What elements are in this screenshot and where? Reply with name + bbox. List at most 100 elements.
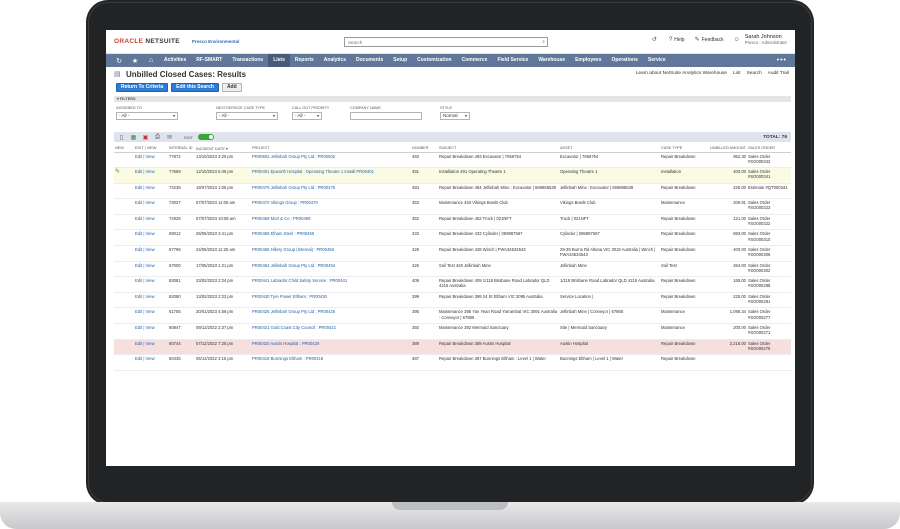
recent-records-icon[interactable]: ↺ [652, 36, 657, 43]
print-icon[interactable]: ⎙ [154, 134, 161, 141]
title-row: ▤ Unbilled Closed Cases: Results Learn a… [106, 67, 795, 81]
netsuite-logo[interactable]: ORACLE NETSUITE [114, 38, 180, 45]
col-subject[interactable]: SUBJECT [438, 145, 559, 153]
col-number[interactable]: NUMBER [411, 145, 438, 153]
nav-lists[interactable]: Lists [268, 54, 290, 67]
cell-ev[interactable]: Edit | View [134, 183, 168, 200]
cell-project[interactable]: PR00459 Elham Steel : PR00459 [251, 229, 411, 247]
table-row: Edit | View 72926 07/07/2023 10:08 am PR004… [114, 214, 791, 231]
email-icon[interactable]: ✉ [166, 134, 173, 141]
row-edit-marker-icon[interactable]: ✎ [115, 169, 120, 175]
link-list[interactable]: List [733, 71, 740, 76]
col-incident-date[interactable]: INCIDENT DATE ▾ [195, 145, 251, 153]
cell-ev[interactable]: Edit | View [134, 261, 168, 278]
nav-commerce[interactable]: Commerce [457, 54, 493, 67]
table-row: Edit | View 74235 19/07/2023 1:05 pm PR0047… [114, 183, 791, 200]
nav-analytics[interactable]: Analytics [319, 54, 351, 67]
cell-project[interactable]: PR00430 Tyre Power Eltham : PR00430 [251, 292, 411, 309]
table-row: Edit | View 60847 09/12/2022 2:37 pm PR0042… [114, 323, 791, 340]
cell-project[interactable]: PR00418 Bunnings Eltham : PR00418 [251, 354, 411, 371]
return-to-criteria-button[interactable]: Return To Criteria [116, 83, 169, 92]
nav-employees[interactable]: Employees [570, 54, 606, 67]
col-asset[interactable]: ASSET [559, 145, 660, 153]
cell-ev[interactable]: Edit | View [134, 167, 168, 184]
cell-date: 26/05/2023 3:41 pm [195, 229, 251, 247]
col-sales-order[interactable]: SALES ORDER [747, 145, 791, 153]
user-menu[interactable]: ☺ Sarah Johnson Presco - Administrator [734, 34, 787, 45]
cell-project[interactable]: PR00456 Hillery Group (Internal) : PR004… [251, 245, 411, 262]
cell-ev[interactable]: Edit | View [134, 229, 168, 247]
col-project[interactable]: PROJECT [251, 145, 411, 153]
link-analytics-warehouse[interactable]: Learn about NetSuite Analytics Warehouse [636, 71, 727, 76]
search-input[interactable] [345, 38, 535, 46]
cell-ev[interactable]: Edit | View [134, 276, 168, 293]
cell-so: Sales Order #SO000277 [747, 307, 791, 325]
home-icon[interactable]: ⌂ [143, 57, 159, 64]
col-edit-view[interactable]: EDIT | VIEW [134, 145, 168, 153]
cell-ev[interactable]: Edit | View [134, 323, 168, 340]
edit-search-button[interactable]: Edit this Search [171, 83, 219, 92]
feedback-link[interactable]: ✎ Feedback [695, 36, 724, 43]
search-icon[interactable]: ⌕ [542, 39, 545, 45]
cell-ev[interactable]: Edit | View [134, 245, 168, 262]
recent-icon[interactable]: ↻ [111, 57, 127, 65]
nav-transactions[interactable]: Transactions [227, 54, 268, 67]
link-search[interactable]: Search [746, 71, 761, 76]
case-type-select[interactable]: - All - ▾ [216, 112, 278, 120]
cell-amount: 264.00 [703, 261, 747, 278]
cell-amount: 165.00 [703, 276, 747, 293]
nav-activities[interactable]: Activities [159, 54, 191, 67]
nav-setup[interactable]: Setup [388, 54, 412, 67]
cell-ev[interactable]: Edit | View [134, 152, 168, 169]
add-button[interactable]: Add [221, 83, 242, 92]
cell-project[interactable]: PR00441 Labrador Child Safety Service : … [251, 276, 411, 293]
filters-toggle[interactable]: ▾ FILTERS [114, 96, 791, 102]
cell-amount: 200.00 [703, 323, 747, 340]
assigned-to-select[interactable]: - All - ▾ [116, 112, 178, 120]
new-page-icon[interactable]: ▯ [118, 134, 125, 141]
col-case-type[interactable]: CASE TYPE [660, 145, 703, 153]
nav-documents[interactable]: Documents [351, 54, 388, 67]
nav-service[interactable]: Service [643, 54, 671, 67]
favorites-star-icon[interactable]: ★ [127, 57, 143, 65]
col-new[interactable]: NEW [114, 145, 134, 153]
col-unbilled-amount[interactable]: UNBILLED AMOUNT [703, 145, 747, 153]
nav-reports[interactable]: Reports [290, 54, 319, 67]
cell-project[interactable]: PR00421 Gold Coast City Council : PR0042… [251, 323, 411, 340]
nav-operations[interactable]: Operations [606, 54, 642, 67]
cell-project[interactable]: PR00475 Jellinbah Group Pty Ltd : PR0047… [251, 183, 411, 200]
cell-project[interactable]: PR00425 Jellinbah Group Pty Ltd : PR0042… [251, 307, 411, 325]
company-name-input[interactable] [350, 112, 422, 120]
nav-customization[interactable]: Customization [412, 54, 456, 67]
cell-project[interactable]: PR00401 Epworth Hospital : Operating The… [251, 167, 411, 184]
style-select[interactable]: Normal ▾ [440, 112, 470, 120]
cell-date: 13/10/2023 3:29 pm [195, 152, 251, 169]
priority-select[interactable]: - All - ▾ [292, 112, 322, 120]
cell-ev[interactable]: Edit | View [134, 307, 168, 325]
export-pdf-icon[interactable]: ▣ [142, 134, 149, 141]
link-audit-trail[interactable]: Audit Trail [768, 71, 789, 76]
col-internal-id[interactable]: INTERNAL ID [168, 145, 195, 153]
table-row: Edit | View 60744 07/12/2022 7:25 pm PR0042… [114, 339, 791, 356]
cell-asset: Excavator | 7656754 [559, 152, 660, 169]
help-link[interactable]: ? Help [669, 37, 685, 43]
cell-asset: Service Location | [559, 292, 660, 309]
cell-project[interactable]: PR00454 Jellinbah Group Pty Ltd : PR0045… [251, 261, 411, 278]
cell-ev[interactable]: Edit | View [134, 339, 168, 356]
cell-project[interactable]: PR00470 Vikings Group : PR00470 [251, 198, 411, 215]
cell-project[interactable]: PR00469 Mort & Co : PR00469 [251, 214, 411, 231]
nav-more-icon[interactable]: ••• [777, 57, 795, 64]
cell-project[interactable]: PR00420 Austin Hospital : PR00420 [251, 339, 411, 356]
nav-warehouse[interactable]: Warehouse [533, 54, 570, 67]
cell-ev[interactable]: Edit | View [134, 198, 168, 215]
cell-ev[interactable]: Edit | View [134, 214, 168, 231]
global-search[interactable]: ⌕ [344, 37, 548, 47]
inline-edit-toggle[interactable] [198, 134, 215, 140]
nav-rf-smart[interactable]: RF-SMART [191, 54, 227, 67]
cell-project[interactable]: PR00502 Jellinbah Group Pty Ltd : PR0050… [251, 152, 411, 169]
cell-ev[interactable]: Edit | View [134, 292, 168, 309]
cell-ev[interactable]: Edit | View [134, 354, 168, 371]
export-excel-icon[interactable]: ▦ [130, 134, 137, 141]
nav-field-service[interactable]: Field Service [492, 54, 533, 67]
app-screen: ORACLE NETSUITE Presco Environmental ⌕ ↺… [106, 30, 795, 466]
